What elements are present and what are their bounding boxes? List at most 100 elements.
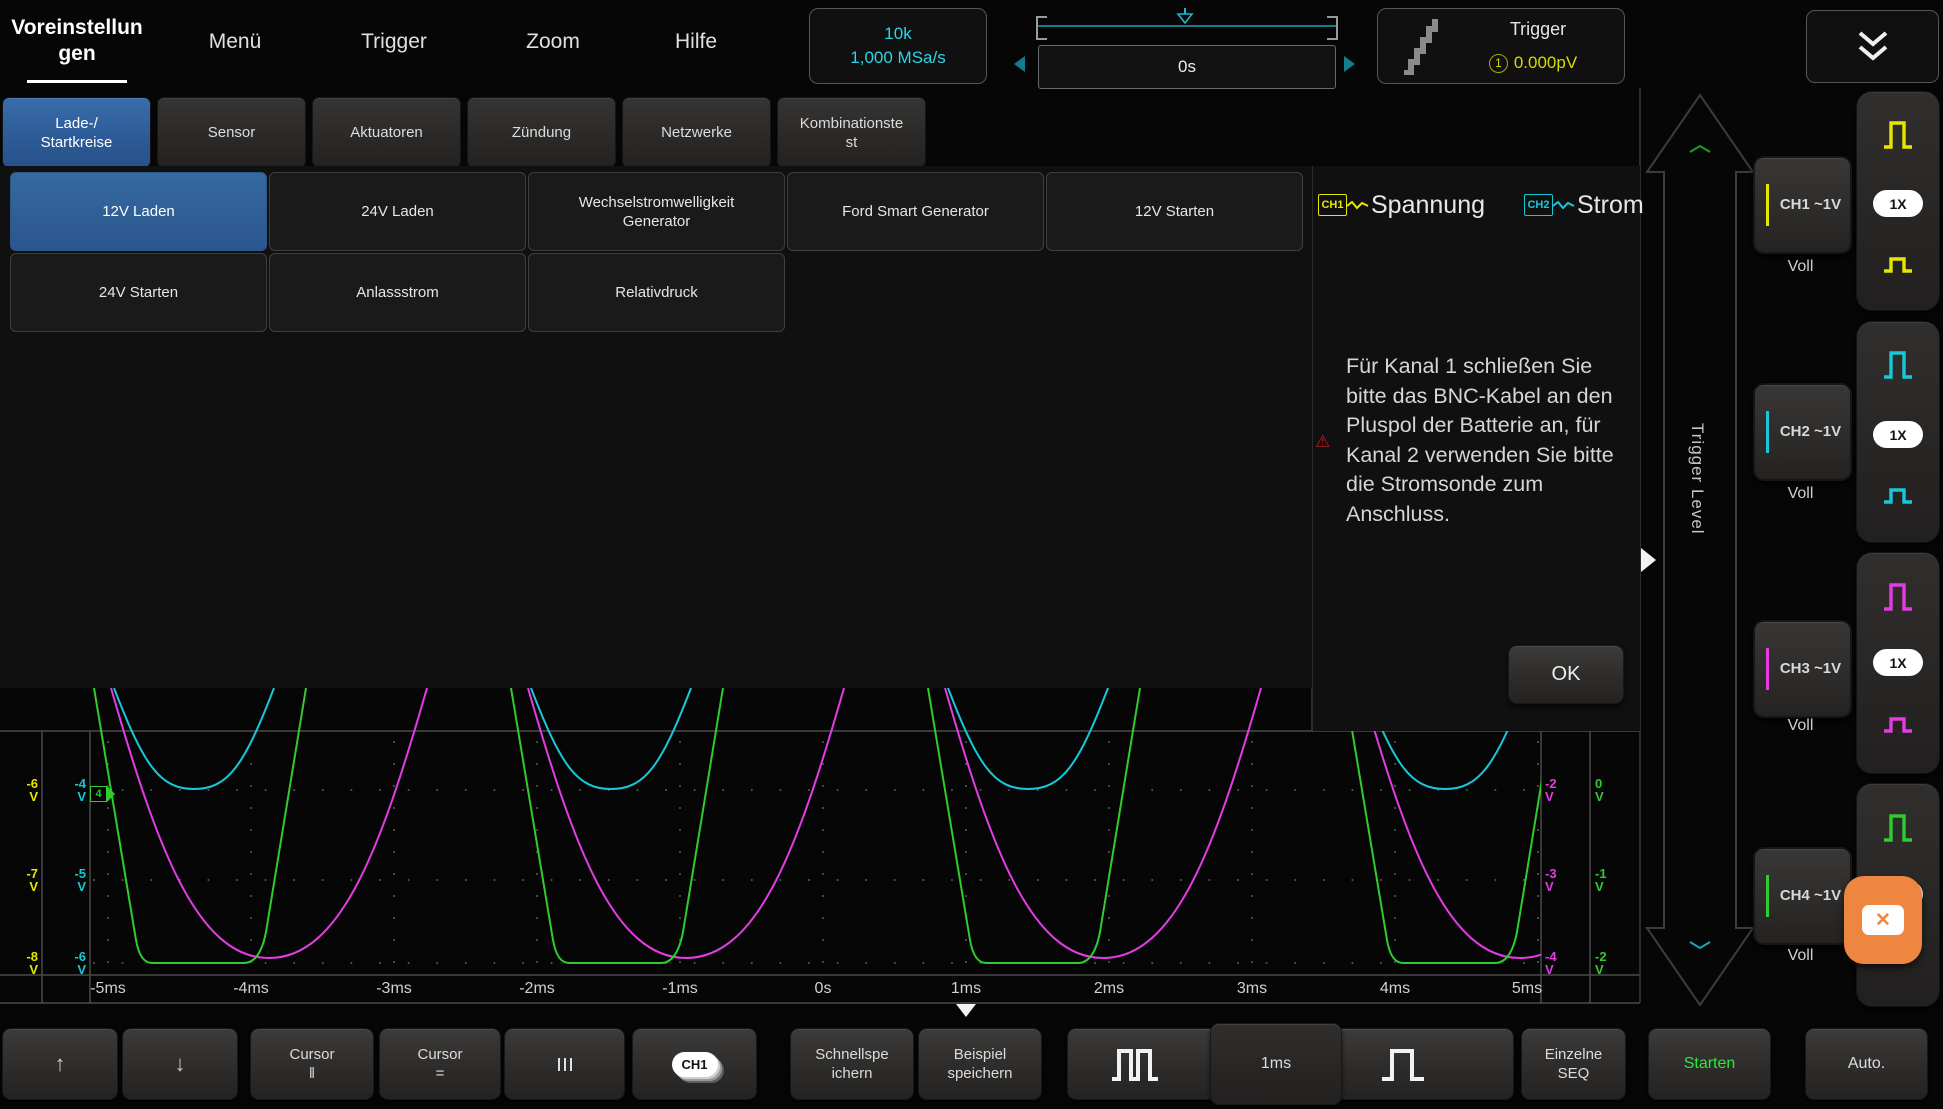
x-tick--2ms: -2ms	[502, 980, 572, 998]
ch1-badge-icon: CH1	[672, 1052, 718, 1077]
ch1-button[interactable]: CH1 ~ 1V	[1753, 156, 1852, 254]
preset-24v-laden[interactable]: 24V Laden	[269, 172, 526, 251]
preset-12v-starten[interactable]: 12V Starten	[1046, 172, 1303, 251]
ch1-pulse-tall-icon[interactable]	[1882, 120, 1914, 150]
ch1-coupling-label: Voll	[1753, 258, 1848, 276]
position-right-arrow[interactable]	[1344, 56, 1355, 72]
ch3-coupling-label: Voll	[1753, 717, 1848, 735]
x-tick-5ms: 5ms	[1492, 980, 1562, 998]
timebase-zoom-out-icon[interactable]	[1110, 1047, 1174, 1083]
ch3-scale-label-2: -3 V	[1545, 867, 1579, 893]
x-tick--5ms: -5ms	[73, 980, 143, 998]
ch2-scale-label-1: -4 V	[52, 777, 86, 803]
preset-wechselstromwelligkeit[interactable]: Wechselstromwelligkeit Generator	[528, 172, 785, 251]
ch1-legend-tag: CH1	[1318, 194, 1347, 216]
preset-24v-starten[interactable]: 24V Starten	[10, 253, 267, 332]
preset-anlassstrom[interactable]: Anlassstrom	[269, 253, 526, 332]
ch4-pulse-tall-icon[interactable]	[1882, 813, 1914, 843]
tab-aktuatoren[interactable]: Aktuatoren	[312, 97, 461, 168]
x-tick-4ms: 4ms	[1360, 980, 1430, 998]
timebase-value-button[interactable]: 1ms	[1210, 1023, 1342, 1105]
ch1-trigger-type-stack: 1X	[1856, 91, 1940, 311]
horizontal-position-value: 0s	[1039, 46, 1335, 88]
x-tick-2ms: 2ms	[1074, 980, 1144, 998]
ch1-pulse-short-icon[interactable]	[1882, 254, 1914, 274]
ch2-button[interactable]: CH2 ~ 1V	[1753, 383, 1852, 481]
x-tick-1ms: 1ms	[931, 980, 1001, 998]
ch4-color-bar	[1766, 875, 1769, 917]
x-tick--3ms: -3ms	[359, 980, 429, 998]
tab-kombinationstest[interactable]: Kombinationste st	[777, 97, 926, 168]
ch3-trigger-type-stack: 1X	[1856, 552, 1940, 774]
channel-select-button[interactable]: CH1	[632, 1028, 757, 1100]
ch3-button[interactable]: CH3 ~ 1V	[1753, 620, 1852, 718]
ch2-scale-label-3: -6 V	[52, 950, 86, 976]
ch2-probe-button[interactable]: 1X	[1873, 421, 1923, 448]
auto-button[interactable]: Auto.	[1805, 1028, 1928, 1100]
menu-zoom[interactable]: Zoom	[513, 28, 593, 56]
menu-help[interactable]: Hilfe	[661, 28, 731, 56]
ch2-pulse-tall-icon[interactable]	[1882, 350, 1914, 380]
ch3-pulse-tall-icon[interactable]	[1882, 582, 1914, 612]
trigger-settings-button[interactable]: Trigger 1 0.000pV	[1377, 8, 1625, 84]
tab-lade-startkreise[interactable]: Lade-/ Startkreise	[2, 97, 151, 168]
trigger-title: Trigger	[1468, 19, 1608, 40]
trigger-down-chevron-icon	[1690, 942, 1710, 948]
x-tick--4ms: -4ms	[216, 980, 286, 998]
menu-trigger[interactable]: Trigger	[349, 28, 439, 56]
ch1-color-bar	[1766, 184, 1769, 226]
tab-sensor[interactable]: Sensor	[157, 97, 306, 168]
menu-presets[interactable]: Voreinstellun gen	[7, 10, 147, 72]
trigger-level-slider[interactable]	[1647, 95, 1753, 1005]
ch3-probe-button[interactable]: 1X	[1873, 649, 1923, 676]
trigger-time-marker[interactable]	[956, 1004, 976, 1017]
ch4-button[interactable]: CH4 ~ 1V	[1753, 847, 1852, 945]
cursor-tracking-button[interactable]: Cursor ‖	[250, 1028, 374, 1100]
preset-relativdruck[interactable]: Relativdruck	[528, 253, 785, 332]
double-chevron-down-icon	[1852, 29, 1894, 65]
x-tick--1ms: -1ms	[645, 980, 715, 998]
ch1-wave-connector-icon	[1347, 199, 1369, 211]
ch3-color-bar	[1766, 648, 1769, 690]
ch3-scale-label-3: -4 V	[1545, 950, 1579, 976]
ch4-ground-marker[interactable]: 4	[90, 786, 115, 802]
ch2-legend-tag: CH2	[1524, 194, 1553, 216]
ch1-label: CH1 ~ 1V	[1755, 158, 1858, 252]
single-seq-button[interactable]: Einzelne SEQ	[1521, 1028, 1626, 1100]
cursor-lines-button[interactable]	[504, 1028, 625, 1100]
trigger-level-pointer[interactable]	[1641, 548, 1656, 572]
ch2-coupling-label: Voll	[1753, 485, 1848, 503]
x-tick-0s: 0s	[788, 980, 858, 998]
ch1-scale-label-2: -7 V	[4, 867, 38, 893]
horizontal-position-slider[interactable]	[1036, 6, 1338, 40]
cursor-equal-button[interactable]: Cursor =	[379, 1028, 501, 1100]
move-down-button[interactable]: ↓	[122, 1028, 238, 1100]
ch2-pulse-short-icon[interactable]	[1882, 485, 1914, 505]
run-stop-button[interactable]: Starten	[1648, 1028, 1771, 1100]
sample-save-button[interactable]: Beispiel speichern	[918, 1028, 1042, 1100]
ch1-probe-button[interactable]: 1X	[1873, 190, 1923, 217]
preset-ford-smart-generator[interactable]: Ford Smart Generator	[787, 172, 1044, 251]
x-tick-3ms: 3ms	[1217, 980, 1287, 998]
ch3-pulse-short-icon[interactable]	[1882, 714, 1914, 734]
quick-save-button[interactable]: Schnellspe ichern	[790, 1028, 914, 1100]
collapse-menu-button[interactable]	[1806, 10, 1939, 83]
sample-rate: 1,000 MSa/s	[850, 46, 945, 70]
ch4-scale-label-2: -1 V	[1595, 867, 1629, 893]
ok-button[interactable]: OK	[1508, 645, 1624, 704]
oscilloscope-screen: Voreinstellun gen Menü Trigger Zoom Hilf…	[0, 0, 1943, 1109]
tab-zuendung[interactable]: Zündung	[467, 97, 616, 168]
sample-rate-button[interactable]: 10k 1,000 MSa/s	[809, 8, 987, 84]
bars-icon	[558, 1058, 572, 1071]
trigger-position-marker-icon[interactable]	[1176, 8, 1194, 25]
tab-netzwerke[interactable]: Netzwerke	[622, 97, 771, 168]
ch4-scale-label-1: 0 V	[1595, 777, 1629, 803]
position-left-arrow[interactable]	[1014, 56, 1025, 72]
move-up-button[interactable]: ↑	[2, 1028, 118, 1100]
preset-12v-laden[interactable]: 12V Laden	[10, 172, 267, 251]
timebase-zoom-in-icon[interactable]	[1380, 1047, 1428, 1083]
close-help-button[interactable]: ✕	[1844, 876, 1922, 964]
horizontal-position-box[interactable]: 0s	[1038, 45, 1336, 89]
ch4-scale-label-3: -2 V	[1595, 950, 1629, 976]
menu-main[interactable]: Menü	[195, 28, 275, 56]
